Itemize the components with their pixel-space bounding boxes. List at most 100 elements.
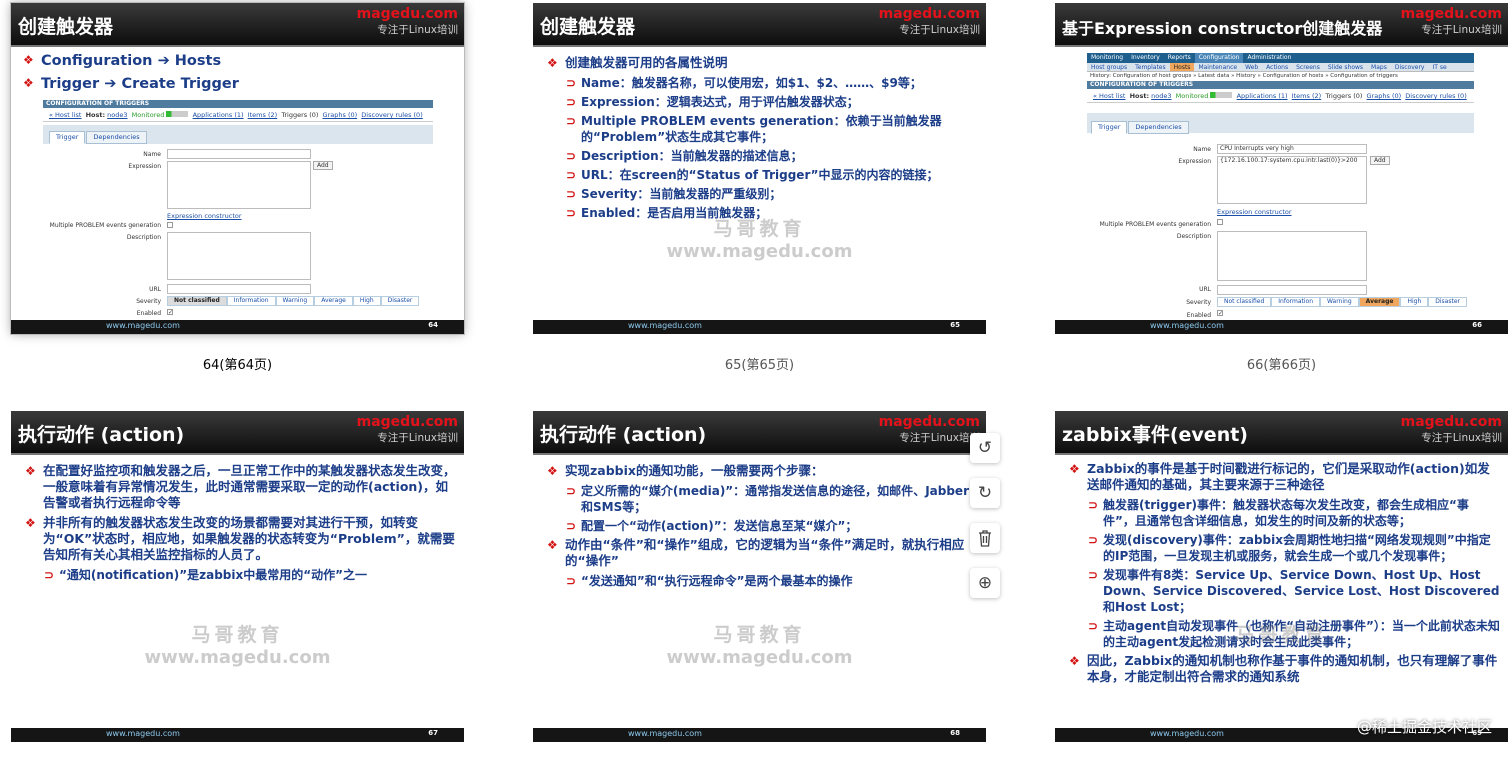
slide-66[interactable]: 基于Expression constructor创建触发器 magedu.com…	[1055, 3, 1508, 334]
footer-url: www.magedu.com	[628, 321, 702, 330]
graphs-link[interactable]: Graphs (0)	[1367, 92, 1402, 100]
severity-warning[interactable]: Warning	[275, 296, 315, 306]
host-link[interactable]: node3	[1151, 92, 1171, 100]
severity-disaster[interactable]: Disaster	[1428, 297, 1467, 307]
slide-64[interactable]: 创建触发器 magedu.com 专注于Linux培训 Configuration…	[11, 3, 464, 334]
slide-footer: www.magedu.com 66	[1055, 320, 1508, 334]
slide-67[interactable]: 执行动作 (action) magedu.com 专注于Linux培训 在配置好监…	[11, 411, 464, 742]
menu-trigger: Trigger	[41, 76, 100, 92]
form-header: CONFIGURATION OF TRIGGERS	[1087, 81, 1474, 89]
applications-link[interactable]: Applications (1)	[1237, 92, 1288, 100]
menu-create-trigger: Create Trigger	[121, 76, 239, 92]
sub-bullet-item: “发送通知”和“执行远程命令”是两个最基本的操作	[543, 573, 978, 589]
rotate-left-button[interactable]: ↺	[970, 433, 1000, 463]
slide-number: 67	[428, 729, 438, 737]
zabbix-submenu-slide-shows[interactable]: Slide shows	[1324, 63, 1367, 71]
zabbix-submenu-templates[interactable]: Templates	[1131, 63, 1170, 71]
discovery-link[interactable]: Discovery rules (0)	[361, 111, 422, 119]
zabbix-topmenu: Monitoring Inventory Reports Configuration A…	[1087, 53, 1474, 63]
url-input[interactable]	[167, 284, 311, 294]
severity-high[interactable]: High	[352, 296, 381, 306]
watermark-cn: 马哥教育	[191, 624, 284, 646]
enabled-checkbox[interactable]: ✓	[1217, 310, 1223, 317]
tab-trigger[interactable]: Trigger	[1091, 121, 1128, 134]
slide-number: 64	[428, 321, 438, 329]
severity-information[interactable]: Information	[1271, 297, 1320, 307]
slide-65[interactable]: 创建触发器 magedu.com 专注于Linux培训 创建触发器可用的各属性说明…	[533, 3, 986, 334]
add-button[interactable]: Add	[1370, 156, 1390, 165]
tab-dependencies[interactable]: Dependencies	[1128, 121, 1189, 134]
rotate-right-button[interactable]: ↻	[970, 478, 1000, 508]
severity-average[interactable]: Average	[1358, 297, 1401, 307]
severity-label: Severity	[1186, 299, 1211, 306]
expression-label: Expression	[1178, 158, 1211, 165]
watermark-en: www.magedu.com	[666, 241, 853, 262]
rotate-left-icon: ↺	[977, 438, 993, 458]
brand-name: magedu.com	[356, 6, 458, 22]
zabbix-submenu-it-se[interactable]: IT se	[1429, 63, 1451, 71]
severity-not-classified[interactable]: Not classified	[1217, 297, 1272, 307]
zabbix-submenu-hosts[interactable]: Hosts	[1169, 63, 1195, 71]
url-input[interactable]	[1217, 285, 1367, 295]
zabbix-submenu-discovery[interactable]: Discovery	[1391, 63, 1429, 71]
name-input[interactable]: CPU Interrupts very high	[1217, 144, 1367, 154]
items-link[interactable]: Items (2)	[1292, 92, 1321, 100]
expression-input[interactable]	[167, 161, 311, 209]
zabbix-submenu-host-groups[interactable]: Host groups	[1087, 63, 1131, 71]
slide-69[interactable]: zabbix事件(event) magedu.com 专注于Linux培训 Zab…	[1055, 411, 1508, 742]
discovery-link[interactable]: Discovery rules (0)	[1405, 92, 1466, 100]
name-input[interactable]	[167, 149, 311, 159]
applications-link[interactable]: Applications (1)	[193, 111, 244, 119]
zabbix-submenu-maintenance[interactable]: Maintenance	[1194, 63, 1241, 71]
zabbix-menu-configuration[interactable]: Configuration	[1194, 53, 1244, 63]
tab-dependencies[interactable]: Dependencies	[86, 131, 147, 144]
zabbix-menu-monitoring[interactable]: Monitoring	[1087, 53, 1127, 63]
expression-constructor-link[interactable]: Expression constructor	[1217, 208, 1292, 216]
items-link[interactable]: Items (2)	[248, 111, 277, 119]
enabled-checkbox[interactable]: ✓	[167, 309, 173, 316]
trash-icon	[979, 530, 991, 547]
expression-input[interactable]: {172.16.100.17:system.cpu.intr.last(0)}>…	[1217, 156, 1367, 204]
severity-warning[interactable]: Warning	[1320, 297, 1359, 307]
zabbix-submenu-actions[interactable]: Actions	[1262, 63, 1292, 71]
sub-bullet-item: 主动agent自动发现事件（也称作“自动注册事件”）：当一个此前状态未知的主动a…	[1065, 618, 1500, 650]
delete-button[interactable]	[970, 523, 1000, 553]
severity-information[interactable]: Information	[226, 296, 276, 306]
zabbix-submenu-web[interactable]: Web	[1241, 63, 1262, 71]
severity-high[interactable]: High	[1400, 297, 1429, 307]
description-input[interactable]	[1217, 231, 1367, 281]
footer-url: www.magedu.com	[1150, 729, 1224, 738]
slide-footer: www.magedu.com 68	[533, 728, 986, 742]
tab-trigger[interactable]: Trigger	[49, 131, 86, 144]
sub-bullet-item: 配置一个“动作(action)”：发送信息至某“媒介”；	[543, 518, 978, 534]
host-list-link[interactable]: « Host list	[49, 111, 81, 119]
brand-slogan: 专注于Linux培训	[899, 432, 980, 444]
arrow-icon: ➔	[104, 76, 117, 92]
host-link[interactable]: node3	[107, 111, 127, 119]
multi-problem-checkbox[interactable]	[167, 222, 173, 228]
zabbix-submenu-maps[interactable]: Maps	[1367, 63, 1391, 71]
severity-average[interactable]: Average	[314, 296, 353, 306]
zabbix-menu-reports[interactable]: Reports	[1164, 53, 1195, 63]
graphs-link[interactable]: Graphs (0)	[323, 111, 358, 119]
zabbix-submenu-screens[interactable]: Screens	[1292, 63, 1324, 71]
sub-bullet-item: 发现事件有8类：Service Up、Service Down、Host Up、…	[1065, 567, 1500, 615]
add-slide-button[interactable]: ⊕	[970, 568, 1000, 598]
description-label: Description	[126, 234, 161, 241]
add-button[interactable]: Add	[313, 161, 333, 170]
host-list-link[interactable]: « Host list	[1093, 92, 1125, 100]
slide-number: 65	[950, 321, 960, 329]
severity-not-classified[interactable]: Not classified	[167, 296, 227, 306]
slide-68[interactable]: 执行动作 (action) magedu.com 专注于Linux培训 实现zab…	[533, 411, 986, 742]
severity-selector[interactable]: Not classified Information Warning Average H…	[167, 296, 420, 306]
brand-logo: magedu.com 专注于Linux培训	[1401, 413, 1502, 445]
severity-selector[interactable]: Not classified Information Warning Average H…	[1217, 297, 1467, 307]
zabbix-menu-administration[interactable]: Administration	[1243, 53, 1295, 63]
description-input[interactable]	[167, 232, 311, 280]
zabbix-menu-inventory[interactable]: Inventory	[1127, 53, 1164, 63]
severity-disaster[interactable]: Disaster	[380, 296, 420, 306]
host-label: Host:	[85, 111, 106, 119]
sub-bullet-item: 发现(discovery)事件：zabbix会周期性地扫描“网络发现规则”中指定…	[1065, 532, 1500, 564]
multi-problem-checkbox[interactable]	[1217, 219, 1223, 225]
expression-constructor-link[interactable]: Expression constructor	[167, 212, 242, 220]
